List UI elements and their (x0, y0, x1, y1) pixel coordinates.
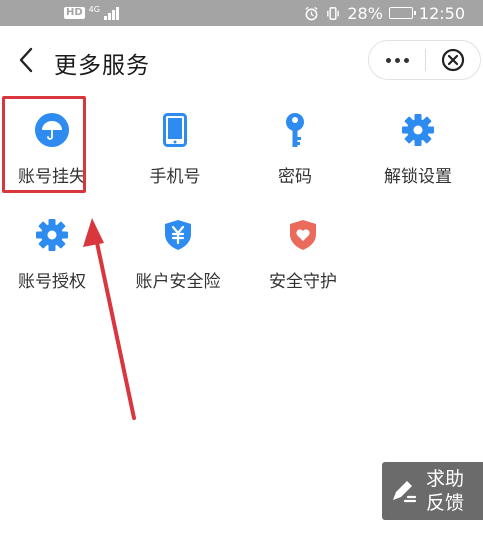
close-circle-icon (441, 48, 465, 72)
vibrate-icon (327, 6, 340, 20)
more-button[interactable] (369, 41, 425, 79)
service-account-insurance[interactable]: 账户安全险 (128, 201, 228, 301)
page-title: 更多服务 (54, 53, 150, 79)
service-account-authorization[interactable]: 账号授权 (2, 201, 102, 301)
service-password[interactable]: 密码 (245, 96, 345, 196)
battery-icon (388, 7, 416, 19)
edit-pen-icon (382, 476, 426, 506)
feedback-line2: 反馈 (426, 492, 465, 514)
heart-shield-icon (285, 217, 321, 253)
service-label: 账号挂失 (18, 167, 86, 187)
gear-icon (34, 217, 70, 253)
close-button[interactable] (426, 41, 480, 79)
yen-shield-icon (160, 217, 196, 253)
back-arrow-icon (19, 47, 33, 73)
feedback-text: 求助 反馈 (426, 467, 464, 515)
status-bar: HD 4G 28% 12:50 (0, 0, 483, 26)
service-label: 密码 (278, 167, 312, 187)
key-icon (277, 112, 313, 148)
network-type: 4G (88, 5, 100, 14)
service-phone-number[interactable]: 手机号 (125, 96, 225, 196)
battery-percent: 28% (347, 3, 383, 23)
service-label: 安全守护 (269, 272, 337, 292)
clock: 12:50 (418, 3, 465, 23)
status-left: HD 4G (64, 6, 119, 20)
more-dots-icon (385, 57, 409, 63)
phone-icon (157, 112, 193, 148)
umbrella-icon (34, 112, 70, 148)
header-bar: 更多服务 (0, 26, 483, 96)
help-feedback-button[interactable]: 求助 反馈 (382, 462, 483, 520)
service-label: 手机号 (149, 167, 201, 187)
mini-program-capsule (368, 40, 481, 80)
service-label: 账户安全险 (135, 272, 221, 292)
alarm-icon (305, 6, 318, 20)
hd-badge: HD (64, 7, 85, 19)
feedback-line1: 求助 (426, 468, 465, 490)
service-label: 账号授权 (18, 272, 86, 292)
gear-icon (400, 112, 436, 148)
service-account-loss[interactable]: 账号挂失 (2, 96, 102, 196)
service-unlock-settings[interactable]: 解锁设置 (368, 96, 468, 196)
status-right: 28% 12:50 (304, 4, 465, 23)
service-security-guard[interactable]: 安全守护 (253, 201, 353, 301)
back-button[interactable] (12, 44, 40, 76)
service-label: 解锁设置 (384, 167, 452, 187)
signal-icon (103, 6, 119, 20)
